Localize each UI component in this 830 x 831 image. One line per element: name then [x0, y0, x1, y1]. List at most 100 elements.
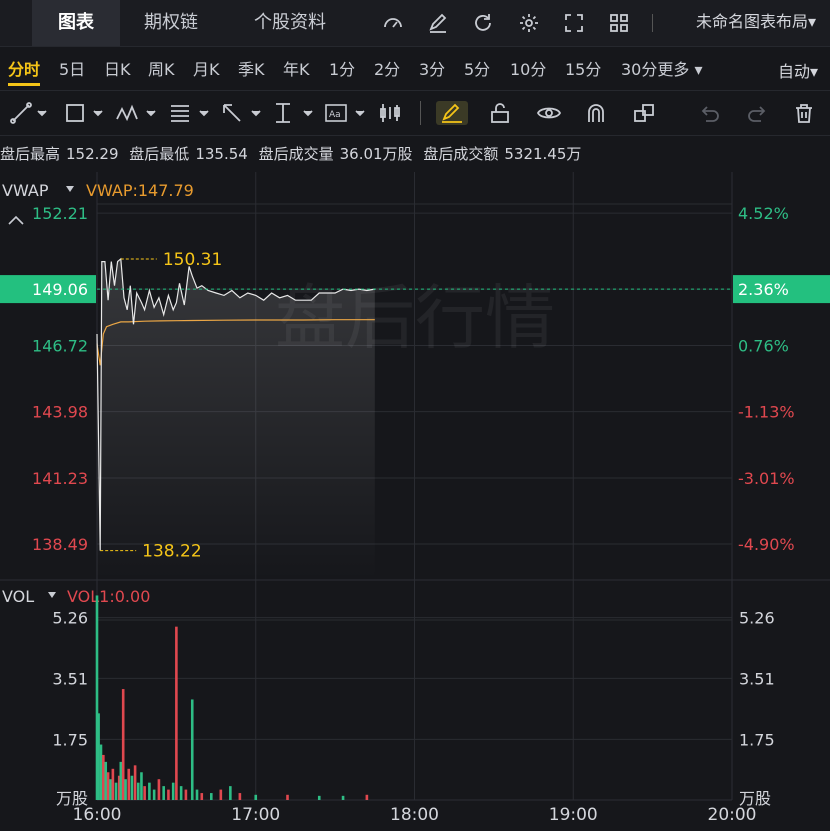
- period-tab-15m[interactable]: 15分: [565, 56, 601, 80]
- volume-bar: [167, 789, 170, 800]
- auto-selector[interactable]: 自动▾: [778, 58, 818, 82]
- caret-down-icon[interactable]: [48, 592, 56, 598]
- trash-icon[interactable]: [792, 101, 816, 125]
- stat-high-label: 盘后最高: [0, 145, 61, 163]
- period-tab-week[interactable]: 周K: [148, 56, 175, 80]
- pct-tick-label: 4.52%: [738, 204, 789, 223]
- edit-icon[interactable]: [427, 12, 449, 34]
- volume-bar: [157, 779, 161, 800]
- volume-bar: [179, 786, 183, 800]
- period-tab-day[interactable]: 日K: [104, 56, 131, 80]
- price-axis-left: 152.21 146.72 143.98 141.23 138.49: [32, 204, 88, 554]
- tab-option-chain[interactable]: 期权链: [144, 0, 198, 46]
- vwap-indicator-value: VWAP:147.79: [86, 181, 194, 200]
- price-tick-label: 143.98: [32, 403, 88, 422]
- volume-bar: [286, 794, 289, 800]
- arrow-tool-icon[interactable]: [220, 101, 264, 125]
- time-tick-label: 20:00: [708, 805, 757, 825]
- pct-tick-label: 0.76%: [738, 337, 789, 356]
- more-label: 30分更多: [621, 60, 690, 79]
- volume-bar: [341, 795, 345, 800]
- volume-bar: [175, 626, 178, 800]
- volume-bar: [111, 768, 115, 800]
- stat-amount-label: 盘后成交额: [423, 145, 499, 163]
- price-tick-label: 146.72: [32, 337, 88, 356]
- volume-bar: [162, 786, 165, 800]
- volume-bar: [210, 793, 213, 800]
- caret-down-icon: ▾: [809, 62, 818, 81]
- period-tab-10m[interactable]: 10分: [510, 56, 546, 80]
- tab-chart[interactable]: 图表: [32, 0, 120, 46]
- stat-volume: 36.01万股: [339, 145, 413, 163]
- current-pct-label: 2.36%: [738, 280, 789, 299]
- stat-low-label: 盘后最低: [129, 145, 190, 163]
- volume-bar: [365, 794, 369, 800]
- redo-icon[interactable]: [745, 101, 769, 125]
- pct-axis-right: 4.52% 0.76% -1.13% -3.01% -4.90%: [738, 204, 795, 554]
- grid-icon[interactable]: [608, 12, 630, 34]
- vwap-indicator-name[interactable]: VWAP: [2, 181, 49, 200]
- volume-bar: [121, 689, 125, 800]
- volume-bar: [152, 789, 156, 800]
- tab-stock-profile[interactable]: 个股资料: [254, 0, 326, 46]
- volume-tick-label: 3.51: [52, 669, 88, 688]
- stat-amount: 5321.45万: [504, 145, 582, 163]
- top-tab-bar: 图表 期权链 个股资料 未命名图表布局▾: [0, 0, 830, 47]
- refresh-icon[interactable]: [472, 12, 494, 34]
- intraday-chart[interactable]: 盘后行情 VWAP VWAP:147.79 VOL VOL1:0.00 152.…: [0, 172, 830, 831]
- price-tick-label: 152.21: [32, 204, 88, 223]
- volume-bar: [127, 768, 131, 800]
- volume-tick-label: 3.51: [739, 669, 775, 688]
- collapse-icon[interactable]: [8, 215, 24, 225]
- magnet-icon[interactable]: [584, 101, 608, 125]
- volume-tick-label: 1.75: [52, 730, 88, 749]
- eye-icon[interactable]: [536, 101, 562, 125]
- caret-down-icon[interactable]: [66, 186, 74, 192]
- layers-icon[interactable]: [632, 101, 656, 125]
- pct-tick-label: -4.90%: [738, 535, 795, 554]
- unlock-icon[interactable]: [488, 101, 512, 125]
- volume-bar: [254, 794, 258, 800]
- volume-bar: [133, 765, 137, 800]
- line-tool-icon[interactable]: [10, 101, 50, 125]
- rectangle-tool-icon[interactable]: [64, 101, 106, 125]
- period-tab-year[interactable]: 年K: [283, 56, 310, 80]
- time-axis: 16:00 17:00 18:00 19:00 20:00: [73, 805, 757, 825]
- fullscreen-icon[interactable]: [563, 12, 585, 34]
- after-hours-stats: 盘后最高 152.29 盘后最低 135.54 盘后成交量 36.01万股 盘后成交额…: [0, 143, 830, 169]
- period-tab-2m[interactable]: 2分: [374, 56, 400, 80]
- measure-tool-icon[interactable]: [272, 101, 316, 125]
- stat-high: 152.29: [66, 145, 119, 163]
- volume-bar: [140, 772, 143, 800]
- time-tick-label: 19:00: [549, 805, 598, 825]
- period-tab-quarter[interactable]: 季K: [238, 56, 265, 80]
- period-tab-more[interactable]: 30分更多 ▾: [621, 56, 703, 80]
- candle-tool-icon[interactable]: [378, 101, 402, 125]
- period-tab-3m[interactable]: 3分: [419, 56, 445, 80]
- volume-bar: [130, 775, 134, 800]
- period-tab-1m[interactable]: 1分: [329, 56, 355, 80]
- gear-icon[interactable]: [518, 12, 540, 34]
- period-tab-5m[interactable]: 5分: [464, 56, 490, 80]
- brush-tool-icon[interactable]: [436, 101, 468, 125]
- price-area: [97, 258, 375, 580]
- volume-bar: [219, 789, 223, 800]
- svg-text:Aa: Aa: [329, 110, 341, 120]
- layout-name: 未命名图表布局: [695, 12, 808, 31]
- current-price-label: 149.06: [32, 280, 88, 299]
- volume-bar: [136, 782, 140, 800]
- volume-bar: [190, 699, 194, 800]
- pattern-tool-icon[interactable]: [115, 101, 159, 125]
- layout-selector[interactable]: 未命名图表布局▾: [696, 0, 816, 44]
- period-tab-bar: 分时 5日 日K 周K 月K 季K 年K 1分 2分 3分 5分 10分 15分…: [0, 46, 830, 91]
- fibonacci-tool-icon[interactable]: [168, 101, 212, 125]
- period-tab-5d[interactable]: 5日: [59, 56, 85, 80]
- period-tab-month[interactable]: 月K: [193, 56, 220, 80]
- volume-bar: [195, 789, 199, 800]
- gauge-icon[interactable]: [382, 12, 404, 34]
- period-tab-timeshare[interactable]: 分时: [8, 56, 41, 86]
- vol-indicator-name[interactable]: VOL: [2, 587, 34, 606]
- volume-bar: [99, 744, 103, 800]
- text-tool-icon[interactable]: Aa: [324, 101, 368, 125]
- undo-icon[interactable]: [698, 101, 722, 125]
